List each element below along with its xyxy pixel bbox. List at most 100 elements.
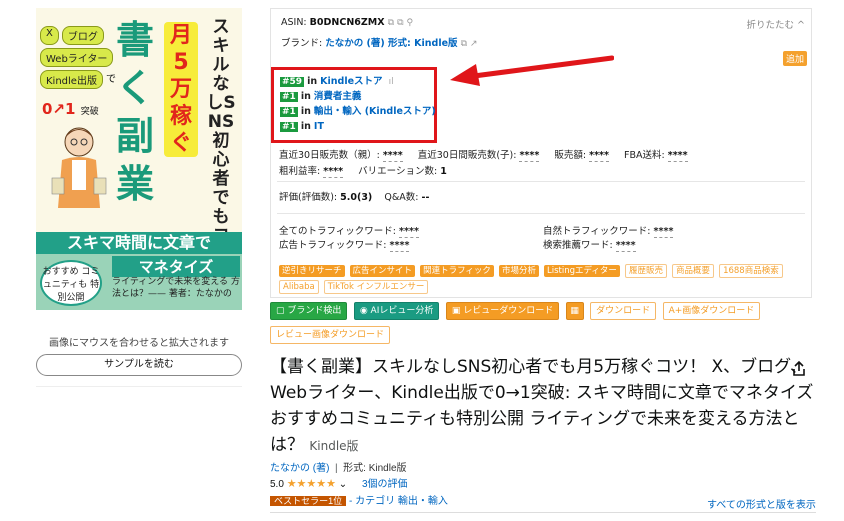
tool-reverse-research[interactable]: 逆引きリサーチ <box>279 265 345 277</box>
review-count-link[interactable]: 3個の評価 <box>362 479 408 490</box>
stat-label: 直近30日間販売数(子): <box>417 150 517 161</box>
cover-band: スキマ時間に文章で <box>36 232 242 254</box>
author-link[interactable]: たなかの (著) <box>270 463 329 474</box>
sales-stats-row-2: 粗利益率: **** バリエーション数: 1 <box>279 163 459 178</box>
star-rating[interactable]: ★★★★★ <box>287 478 336 490</box>
brand-value[interactable]: たなかの (著) 形式: Kindle版 <box>325 38 457 49</box>
cover-main-title: 書く副業 <box>115 18 154 206</box>
all-formats-link[interactable]: すべての形式と版を表示 <box>707 496 816 511</box>
traffic-value: **** <box>399 226 419 238</box>
traffic-label: 検索推薦ワード: <box>543 240 613 251</box>
tool-ad-insight[interactable]: 広告インサイト <box>349 265 416 277</box>
stat-item: 直近30日販売数（親）: **** <box>279 150 403 162</box>
calculator-icon[interactable]: ▦ <box>565 302 584 320</box>
stat-item: 直近30日間販売数(子): **** <box>417 150 540 162</box>
action-buttons-row-2: レビュー画像ダウンロード <box>270 326 392 344</box>
traffic-label: 広告トラフィックワード: <box>279 240 387 251</box>
format-label: 形式: Kindle版 <box>343 463 407 474</box>
cover-subtitle: ライティングで未来を変える 方法とは？—— 著者：たなかの <box>112 277 240 299</box>
stat-value: **** <box>667 150 688 162</box>
chevron-down-icon[interactable]: ⌄ <box>339 479 347 490</box>
rank-number: #1 <box>280 92 298 102</box>
stat-label: 直近30日販売数（親）: <box>279 150 380 161</box>
cover-tag: ブログ <box>61 26 104 45</box>
rank-line: #1 in IT <box>280 119 428 134</box>
tool-listing-editor[interactable]: Listingエディター <box>544 265 620 277</box>
action-buttons: ▢ ブランド検出 ◉ AIレビュー分析 ▣ レビューダウンロード ▦ ダウンロー… <box>270 302 762 320</box>
review-download-label: レビューダウンロード <box>463 306 554 316</box>
tool-market-analysis[interactable]: 市場分析 <box>498 265 539 277</box>
stat-value: 1 <box>440 166 447 177</box>
download-icon: ▣ <box>451 306 464 316</box>
cover-recommend-badge: おすすめ コミュニティも 特別公開 <box>40 260 102 306</box>
external-link-icon[interactable]: ↗ <box>470 39 478 49</box>
rank-in: in <box>307 76 318 87</box>
cover-zero-text: 0↗1 <box>42 100 76 118</box>
stat-item: バリエーション数: 1 <box>358 166 447 177</box>
tool-related-traffic[interactable]: 関連トラフィック <box>420 265 494 277</box>
sales-rank-box: #59 in Kindleストア ıl #1 in 消費者主義 #1 in 輸出… <box>271 67 437 143</box>
stat-item: 販売額: **** <box>554 150 609 162</box>
rank-line: #1 in 消費者主義 <box>280 89 428 104</box>
copy-icon[interactable]: ⧉ <box>461 39 467 49</box>
category-prefix: - カテゴリ <box>348 496 396 507</box>
rating-summary: 5.0 ★★★★★ ⌄ 3個の評価 <box>270 475 408 490</box>
brand-detect-button[interactable]: ▢ ブランド検出 <box>270 302 348 320</box>
add-button[interactable]: 追加 <box>782 51 807 66</box>
location-icon[interactable]: ⚲ <box>407 18 414 28</box>
ai-review-button[interactable]: ◉ AIレビュー分析 <box>353 302 440 320</box>
rank-category-link[interactable]: 消費者主義 <box>314 91 362 102</box>
rank-category-link[interactable]: IT <box>314 121 324 132</box>
stat-label: 販売額: <box>554 150 587 161</box>
download-button[interactable]: ダウンロード <box>590 302 657 320</box>
brand-label: ブランド: <box>281 38 323 49</box>
zoom-hint: 画像にマウスを合わせると拡大されます <box>49 338 229 349</box>
ai-icon: ◉ <box>359 306 371 316</box>
asin-value: B0DNCN6ZMX <box>309 17 385 28</box>
review-download-button[interactable]: ▣ レビューダウンロード <box>445 302 560 320</box>
tool-links: 逆引きリサーチ 広告インサイト 関連トラフィック 市場分析 Listingエディ… <box>279 263 809 295</box>
collapse-toggle[interactable]: 折りたたむ ^ <box>747 17 805 31</box>
read-sample-button[interactable]: サンプルを読む <box>36 354 242 376</box>
category-link[interactable]: 輸出・輸入 <box>398 496 448 507</box>
tool-product-overview[interactable]: 商品概要 <box>672 264 715 278</box>
tool-alibaba[interactable]: Alibaba <box>279 280 319 294</box>
traffic-value: **** <box>653 226 674 238</box>
traffic-words-left: 全てのトラフィックワード: **** 広告トラフィックワード: **** <box>279 225 419 253</box>
book-cover-image[interactable]: X ブログ Webライター Kindle出版 で 0↗1 突破 書く副業 月5万… <box>36 8 242 310</box>
product-title: 【書く副業】スキルなしSNS初心者でも月5万稼ぐコツ！ X、ブログ、Webライタ… <box>270 354 816 459</box>
stat-value: **** <box>323 166 344 178</box>
traffic-value: **** <box>615 240 636 252</box>
rank-line: #1 in 輸出・輸入 (Kindleストア) <box>280 104 436 119</box>
copy-icon[interactable]: ⧉ <box>388 18 394 28</box>
rating-value: 5.0(3) <box>340 192 373 203</box>
review-image-download-button[interactable]: レビュー画像ダウンロード <box>270 326 391 344</box>
rank-number: #1 <box>280 107 298 117</box>
asin-row: ASIN: B0DNCN6ZMX ⧉ ⧉ ⚲ <box>281 17 413 28</box>
ai-review-label: AIレビュー分析 <box>370 306 434 316</box>
stat-value: **** <box>589 150 609 162</box>
cover-tsuki: 月5万稼ぐ <box>164 22 198 157</box>
bestseller-row: ベストセラー1位 - カテゴリ 輸出・輸入 <box>270 492 448 507</box>
copy-icon[interactable]: ⧉ <box>397 18 403 28</box>
share-icon[interactable] <box>790 360 808 378</box>
chart-bars-icon[interactable]: ıl <box>389 77 394 87</box>
bestseller-badge: ベストセラー1位 <box>270 496 347 506</box>
rank-category-link[interactable]: 輸出・輸入 (Kindleストア) <box>314 106 436 117</box>
cover-manetize: マネタイズ <box>112 256 240 277</box>
stat-label: バリエーション数: <box>358 166 438 177</box>
cover-tag: Kindle出版 <box>40 70 103 89</box>
tool-tiktok-influencer[interactable]: TikTok インフルエンサー <box>323 280 429 294</box>
divider <box>277 213 805 214</box>
rank-category-link[interactable]: Kindleストア <box>320 76 382 87</box>
tool-1688-search[interactable]: 1688商品検索 <box>719 264 783 278</box>
rank-line: #59 in Kindleストア ıl <box>280 74 428 89</box>
rating-number: 5.0 <box>270 479 284 490</box>
traffic-words-right: 自然トラフィックワード: **** 検索推薦ワード: **** <box>543 225 674 253</box>
tool-sales-history[interactable]: 履歴販売 <box>624 264 667 278</box>
divider <box>277 181 805 182</box>
aplus-download-button[interactable]: A+画像ダウンロード <box>662 302 761 320</box>
qa-label: Q&A数: <box>384 192 419 203</box>
cover-breakthrough-text: 突破 <box>80 107 99 117</box>
divider <box>36 386 242 387</box>
